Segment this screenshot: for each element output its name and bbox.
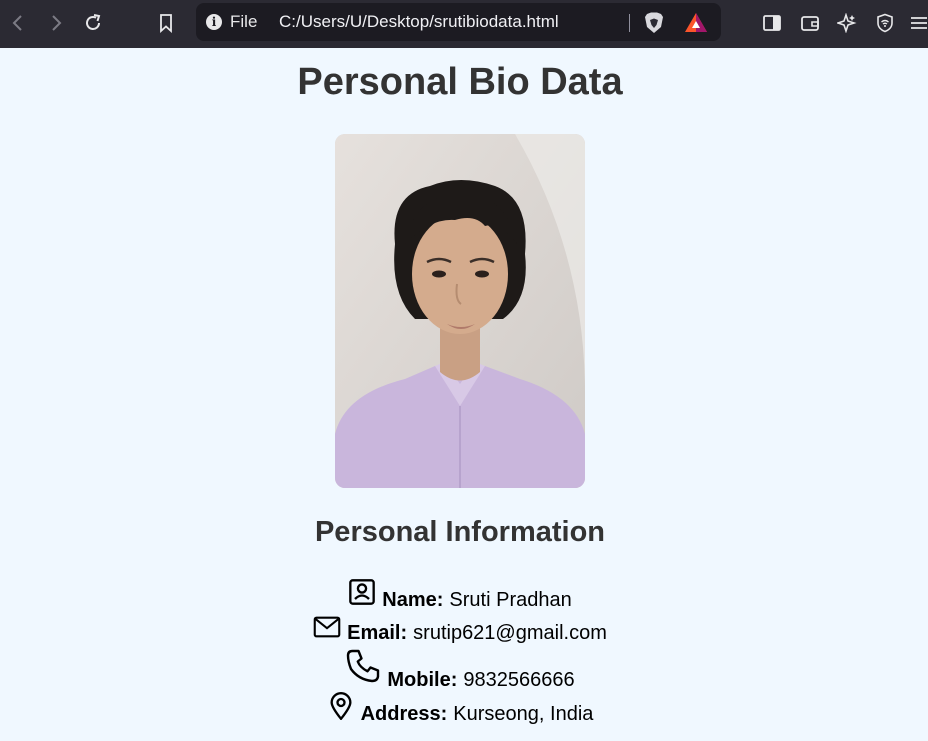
name-value: Sruti Pradhan [449, 589, 572, 611]
browser-toolbar: i File C:/Users/U/Desktop/srutibiodata.h… [0, 0, 928, 48]
phone-icon [345, 648, 381, 684]
url-scheme-label: File [230, 12, 258, 31]
bookmark-icon [160, 14, 172, 33]
leo-ai-button[interactable] [834, 10, 860, 36]
wallet-button[interactable] [797, 10, 823, 36]
brave-rewards-icon[interactable] [683, 11, 709, 35]
bookmark-button[interactable] [153, 10, 179, 36]
profile-photo [335, 134, 585, 488]
name-label: Name: [382, 589, 444, 611]
sparkle-icon [837, 13, 857, 33]
email-label: Email: [347, 622, 408, 644]
menu-button[interactable] [906, 10, 928, 36]
site-info-icon[interactable]: i [206, 14, 222, 30]
forward-arrow-icon [52, 15, 62, 31]
mobile-value: 9832566666 [463, 669, 575, 691]
vpn-button[interactable] [872, 10, 898, 36]
info-row-email: Email: srutip621@gmail.com [0, 613, 920, 645]
shield-wifi-icon [877, 13, 893, 33]
reload-button[interactable] [80, 10, 106, 36]
back-arrow-icon [12, 15, 22, 31]
back-button[interactable] [5, 10, 31, 36]
info-row-address: Address: Kurseong, India [0, 692, 920, 726]
mobile-label: Mobile: [387, 669, 458, 691]
portrait-image [335, 134, 585, 488]
hamburger-menu-icon [911, 17, 927, 29]
sidebar-button[interactable] [759, 10, 785, 36]
forward-button[interactable] [43, 10, 69, 36]
envelope-icon [313, 613, 341, 641]
section-title: Personal Information [314, 516, 606, 548]
reload-icon [86, 14, 101, 30]
location-pin-icon [327, 692, 355, 721]
info-row-name: Name: Sruti Pradhan [0, 578, 920, 612]
wallet-icon [801, 16, 819, 31]
email-value[interactable]: srutip621@gmail.com [413, 622, 607, 645]
page-title: Personal Bio Data [297, 61, 623, 103]
address-value: Kurseong, India [453, 703, 594, 725]
address-label: Address: [360, 703, 448, 725]
url-divider [629, 14, 630, 32]
address-bar[interactable]: i File C:/Users/U/Desktop/srutibiodata.h… [196, 3, 721, 41]
brave-shields-icon[interactable] [642, 11, 666, 35]
contact-card-icon [348, 578, 376, 606]
info-row-mobile: Mobile: 9832566666 [0, 648, 920, 692]
sidebar-icon [763, 15, 781, 31]
url-text[interactable]: C:/Users/U/Desktop/srutibiodata.html [279, 12, 559, 32]
